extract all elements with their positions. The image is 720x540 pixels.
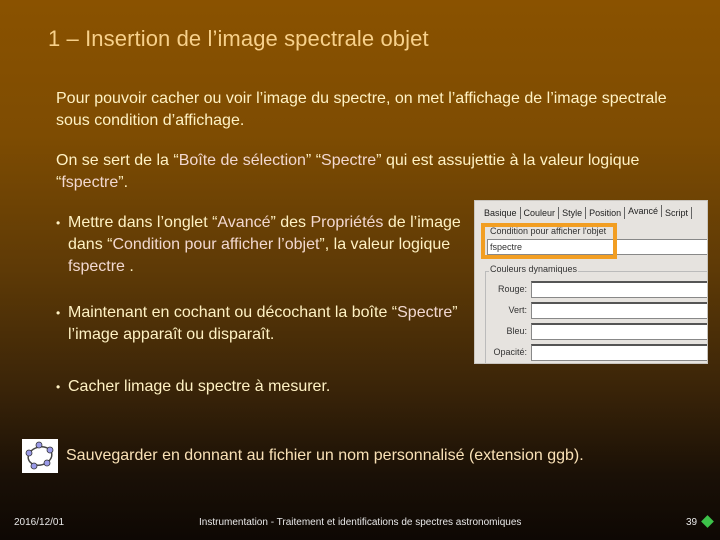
properties-dialog-screenshot: Basique Couleur Style Position Avancé Sc… <box>474 200 708 364</box>
bullet-item: • Mettre dans l’onglet “Avancé” des Prop… <box>56 212 478 278</box>
highlight-fspectre: fspectre <box>68 258 125 275</box>
highlight-spectre: Spectre <box>321 152 377 169</box>
text: ”, la valeur logique <box>319 236 451 253</box>
geogebra-icon <box>22 439 58 473</box>
highlight-condition: Condition pour afficher l’objet <box>112 236 320 253</box>
bullet-dot: • <box>56 306 61 320</box>
bleu-input[interactable] <box>531 323 707 340</box>
highlight-frame <box>481 223 617 259</box>
opacite-input[interactable] <box>531 344 707 361</box>
highlight-fspectre: fspectre <box>61 174 119 191</box>
footer-date: 2016/12/01 <box>14 517 65 528</box>
highlight-proprietes: Propriétés <box>310 214 384 231</box>
text: ”. <box>118 174 129 191</box>
slide-title: 1 – Insertion de l’image spectrale objet <box>48 26 429 51</box>
nav-diamond-icon[interactable] <box>701 515 714 528</box>
highlight-checkbox-term: Boîte de sélection <box>178 152 306 169</box>
tab-position[interactable]: Position <box>586 207 626 219</box>
page-number: 39 <box>686 517 698 528</box>
tab-basique[interactable]: Basique <box>481 207 521 219</box>
vert-input[interactable] <box>531 302 707 319</box>
opacite-label: Opacité: <box>493 347 527 357</box>
text: . <box>124 258 134 275</box>
vert-label: Vert: <box>508 305 527 315</box>
footer-title: Instrumentation - Traitement et identifi… <box>199 517 522 528</box>
rouge-label: Rouge: <box>497 284 527 294</box>
tab-script[interactable]: Script <box>662 207 692 219</box>
text: Maintenant en cochant ou décochant la bo… <box>68 304 398 321</box>
tab-couleur[interactable]: Couleur <box>521 207 560 219</box>
bleu-label: Bleu: <box>506 326 527 336</box>
highlight-spectre: Spectre <box>397 304 453 321</box>
rouge-input[interactable] <box>531 281 707 298</box>
dialog-tabs: Basique Couleur Style Position Avancé Sc… <box>481 205 692 219</box>
bullet-item: • Maintenant en cochant ou décochant la … <box>56 302 478 346</box>
selection-box-paragraph: On se sert de la “Boîte de sélection” “S… <box>56 150 676 194</box>
dynamic-colors-label: Couleurs dynamiques <box>489 264 579 274</box>
text: ” “ <box>305 152 322 169</box>
tab-style[interactable]: Style <box>559 207 587 219</box>
text: ” des <box>270 214 311 231</box>
bullet-dot: • <box>56 216 61 230</box>
highlight-avance: Avancé <box>217 214 271 231</box>
intro-paragraph: Pour pouvoir cacher ou voir l’image du s… <box>56 90 667 129</box>
bullet-item: • Cacher limage du spectre à mesurer. <box>56 376 478 398</box>
tab-avance[interactable]: Avancé <box>625 205 662 217</box>
text: Mettre dans l’onglet “ <box>68 214 218 231</box>
text: Cacher limage du spectre à mesurer. <box>68 378 331 395</box>
text: On se sert de la “ <box>56 152 179 169</box>
bullet-dot: • <box>56 380 61 394</box>
save-instruction: Sauvegarder en donnant au fichier un nom… <box>66 447 584 464</box>
